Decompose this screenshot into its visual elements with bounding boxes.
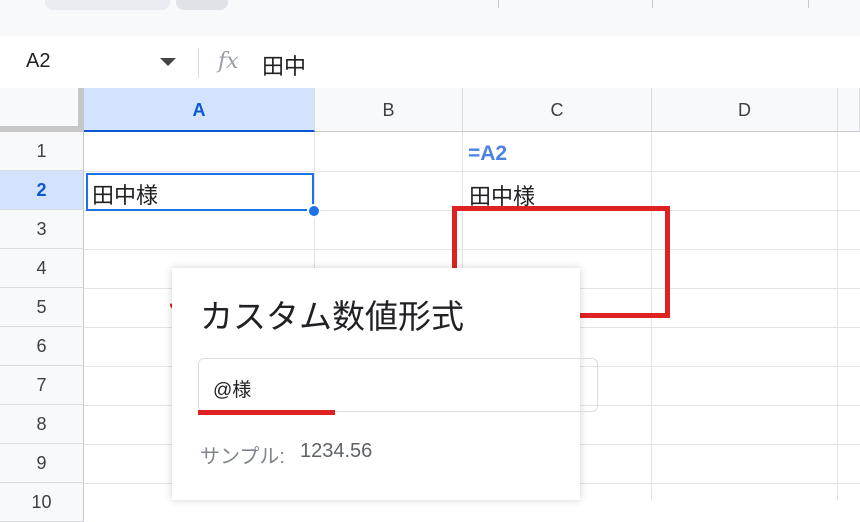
formula-input[interactable]: 田中 — [262, 49, 306, 81]
sample-label: サンプル: — [200, 446, 285, 468]
annotation-underline — [198, 410, 335, 415]
column-header-c[interactable]: C — [463, 88, 652, 132]
column-header-d[interactable]: D — [652, 88, 838, 132]
gridline — [84, 171, 860, 172]
toolbar-separator — [652, 0, 653, 8]
dialog-title: カスタム数値形式 — [200, 298, 464, 335]
row-header-10[interactable]: 10 — [0, 483, 84, 522]
formula-bar-divider — [198, 48, 199, 78]
row-header-7[interactable]: 7 — [0, 366, 84, 405]
row-header-8[interactable]: 8 — [0, 405, 84, 444]
column-header-e[interactable] — [838, 88, 860, 132]
fill-handle[interactable] — [307, 204, 321, 218]
toolbar-chip[interactable] — [45, 0, 170, 10]
top-toolbar-strip — [0, 0, 860, 36]
toolbar-separator — [498, 0, 499, 8]
cell-c1[interactable]: =A2 — [468, 142, 507, 166]
row-header-6[interactable]: 6 — [0, 327, 84, 366]
sample-value: 1234.56 — [300, 440, 373, 462]
custom-number-format-dialog: カスタム数値形式 @様 サンプル: 1234.56 — [172, 268, 598, 500]
row-header-1[interactable]: 1 — [0, 132, 84, 171]
row-header-5[interactable]: 5 — [0, 288, 84, 327]
column-header-b[interactable]: B — [315, 88, 463, 132]
toolbar-chip[interactable] — [176, 0, 228, 10]
format-input-value: @様 — [213, 380, 252, 401]
formula-bar: A2 fx 田中 — [0, 36, 860, 89]
format-input[interactable]: @様 — [198, 358, 598, 412]
column-header-a[interactable]: A — [84, 88, 315, 132]
chevron-down-icon[interactable] — [160, 58, 176, 66]
row-header-2[interactable]: 2 — [0, 171, 84, 210]
function-icon: fx — [218, 49, 239, 74]
row-header-9[interactable]: 9 — [0, 444, 84, 483]
name-box[interactable]: A2 — [26, 50, 50, 73]
toolbar-separator — [808, 0, 809, 8]
active-cell-outline — [86, 173, 314, 211]
row-header-4[interactable]: 4 — [0, 249, 84, 288]
row-header-3[interactable]: 3 — [0, 210, 84, 249]
